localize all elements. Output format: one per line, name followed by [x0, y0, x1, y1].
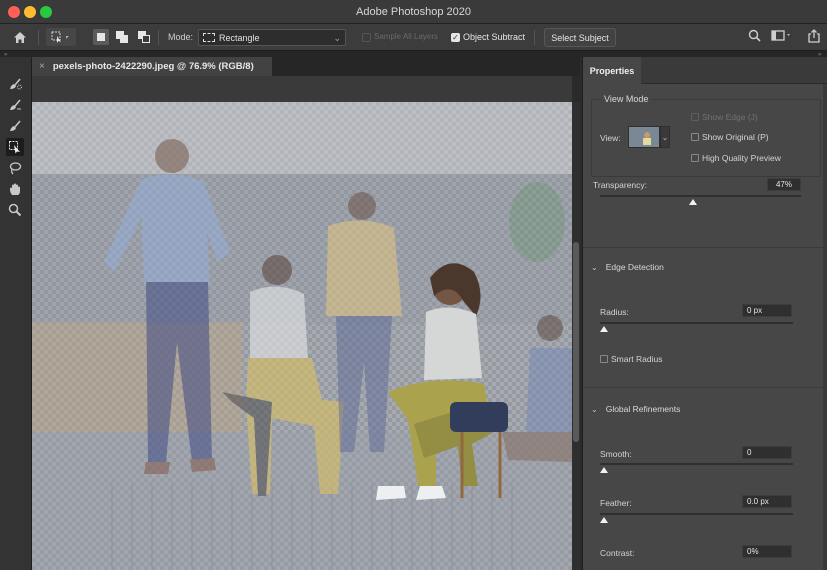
- show-original-checkbox[interactable]: [691, 133, 699, 141]
- canvas-vertical-scrollbar[interactable]: [572, 102, 580, 570]
- smart-radius-checkbox[interactable]: [600, 355, 608, 363]
- object-subtract-label: Object Subtract: [463, 32, 526, 42]
- view-mode-thumbnail[interactable]: [628, 126, 660, 148]
- smooth-slider[interactable]: [600, 463, 793, 465]
- options-divider: [38, 30, 39, 45]
- smart-radius-label: Smart Radius: [611, 354, 663, 364]
- photoshop-window: Adobe Photoshop 2020 Mode: Rectangle ⌄ S…: [0, 0, 827, 570]
- brush-icon[interactable]: [6, 117, 24, 135]
- document-tab-title: pexels-photo-2422290.jpeg @ 76.9% (RGB/8…: [52, 61, 254, 72]
- section-divider: [583, 427, 823, 428]
- radius-field[interactable]: 0 px: [742, 304, 792, 317]
- properties-panel: Properties View Mode View: ⌄ Show Edge (…: [582, 57, 827, 570]
- mode-select[interactable]: Rectangle ⌄: [198, 29, 346, 46]
- options-divider: [534, 30, 535, 45]
- show-original-label: Show Original (P): [702, 132, 769, 142]
- lasso-icon[interactable]: [6, 159, 24, 177]
- tools-panel: [0, 57, 32, 570]
- feather-slider[interactable]: [600, 513, 793, 515]
- view-label: View:: [600, 133, 621, 143]
- search-icon[interactable]: [748, 29, 761, 45]
- options-divider: [158, 30, 159, 45]
- quick-selection-preset-icon[interactable]: [46, 28, 76, 46]
- scrollbar-thumb[interactable]: [573, 242, 579, 442]
- options-bar: Mode: Rectangle ⌄ Sample All Layers ✓ Ob…: [0, 24, 827, 51]
- share-icon[interactable]: [808, 29, 820, 46]
- workspace-icon[interactable]: [771, 29, 793, 45]
- mode-label: Mode:: [168, 32, 194, 42]
- radius-label: Radius:: [600, 307, 629, 317]
- new-selection-icon[interactable]: [93, 29, 109, 45]
- transparency-field[interactable]: 47%: [767, 178, 801, 191]
- smooth-slider-thumb[interactable]: [600, 467, 608, 473]
- smooth-label: Smooth:: [600, 449, 632, 459]
- radius-slider-thumb[interactable]: [600, 326, 608, 332]
- feather-field[interactable]: 0.0 px: [742, 495, 792, 508]
- canvas-pasteboard: [32, 76, 572, 102]
- section-divider: [583, 387, 823, 388]
- document-tab[interactable]: × pexels-photo-2422290.jpeg @ 76.9% (RGB…: [32, 57, 272, 76]
- show-edge-label: Show Edge (J): [702, 112, 758, 122]
- high-quality-preview-label: High Quality Preview: [702, 153, 781, 163]
- contrast-field[interactable]: 0%: [742, 545, 792, 558]
- home-icon[interactable]: [10, 28, 30, 46]
- transparency-slider-thumb[interactable]: [689, 199, 697, 205]
- title-bar: Adobe Photoshop 2020: [0, 0, 827, 24]
- object-selection-icon[interactable]: [6, 138, 24, 156]
- quick-selection-brush-icon[interactable]: [6, 75, 24, 93]
- section-divider: [583, 283, 823, 284]
- hand-icon[interactable]: [6, 180, 24, 198]
- chevron-down-icon: ⌄: [591, 262, 598, 272]
- show-edge-checkbox[interactable]: [691, 113, 699, 121]
- close-icon[interactable]: ×: [39, 61, 45, 72]
- object-subtract-checkbox[interactable]: ✓: [451, 33, 460, 42]
- feather-slider-thumb[interactable]: [600, 517, 608, 523]
- sample-all-layers-label: Sample All Layers: [374, 32, 439, 41]
- contrast-label: Contrast:: [600, 548, 635, 558]
- chevron-down-icon: ⌄: [333, 33, 341, 43]
- subtract-from-selection-icon[interactable]: [136, 29, 152, 45]
- sample-all-layers-checkbox[interactable]: [362, 33, 371, 42]
- image-canvas[interactable]: [32, 102, 572, 570]
- transparency-label: Transparency:: [593, 180, 648, 190]
- canvas-area: [32, 76, 580, 570]
- transparency-slider[interactable]: [600, 195, 801, 197]
- global-refinements-header[interactable]: ⌄ Global Refinements: [591, 404, 680, 414]
- panel-tab-bar: Properties: [583, 57, 827, 84]
- section-divider: [583, 247, 823, 248]
- high-quality-preview-checkbox[interactable]: [691, 154, 699, 162]
- add-to-selection-icon[interactable]: [114, 29, 130, 45]
- edge-detection-header[interactable]: ⌄ Edge Detection: [591, 262, 664, 272]
- select-subject-button[interactable]: Select Subject: [544, 28, 616, 47]
- edge-detection-title: Edge Detection: [605, 262, 664, 272]
- mode-value: Rectangle: [219, 32, 260, 43]
- document-tab-bar: × pexels-photo-2422290.jpeg @ 76.9% (RGB…: [32, 57, 580, 76]
- photo-preview: [32, 102, 572, 570]
- feather-label: Feather:: [600, 498, 632, 508]
- smooth-field[interactable]: 0: [742, 446, 792, 459]
- view-mode-title: View Mode: [601, 94, 652, 104]
- refine-edge-brush-icon[interactable]: [6, 96, 24, 114]
- panel-scrollbar[interactable]: [823, 84, 827, 570]
- chevron-down-icon: ⌄: [591, 404, 598, 414]
- rectangle-mode-icon: [203, 33, 215, 42]
- tab-properties[interactable]: Properties: [583, 57, 641, 84]
- zoom-icon[interactable]: [6, 201, 24, 219]
- radius-slider[interactable]: [600, 322, 793, 324]
- chevron-down-icon[interactable]: ⌄: [660, 126, 670, 148]
- window-title: Adobe Photoshop 2020: [356, 6, 471, 18]
- global-refinements-title: Global Refinements: [605, 404, 681, 414]
